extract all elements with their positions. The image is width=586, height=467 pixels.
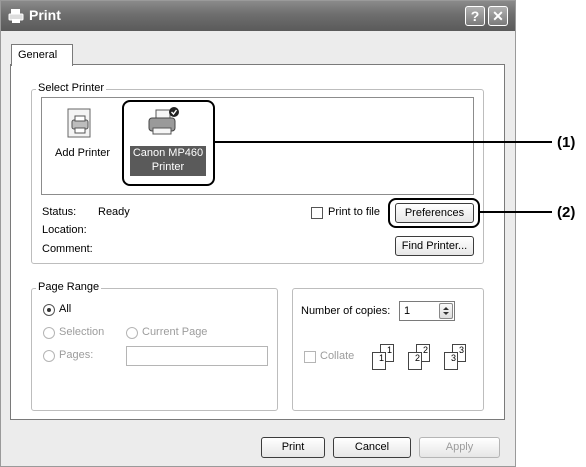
callout-lines — [215, 141, 552, 213]
callout-label-2: (2) — [557, 204, 576, 221]
callout-label-1: (1) — [557, 134, 576, 151]
